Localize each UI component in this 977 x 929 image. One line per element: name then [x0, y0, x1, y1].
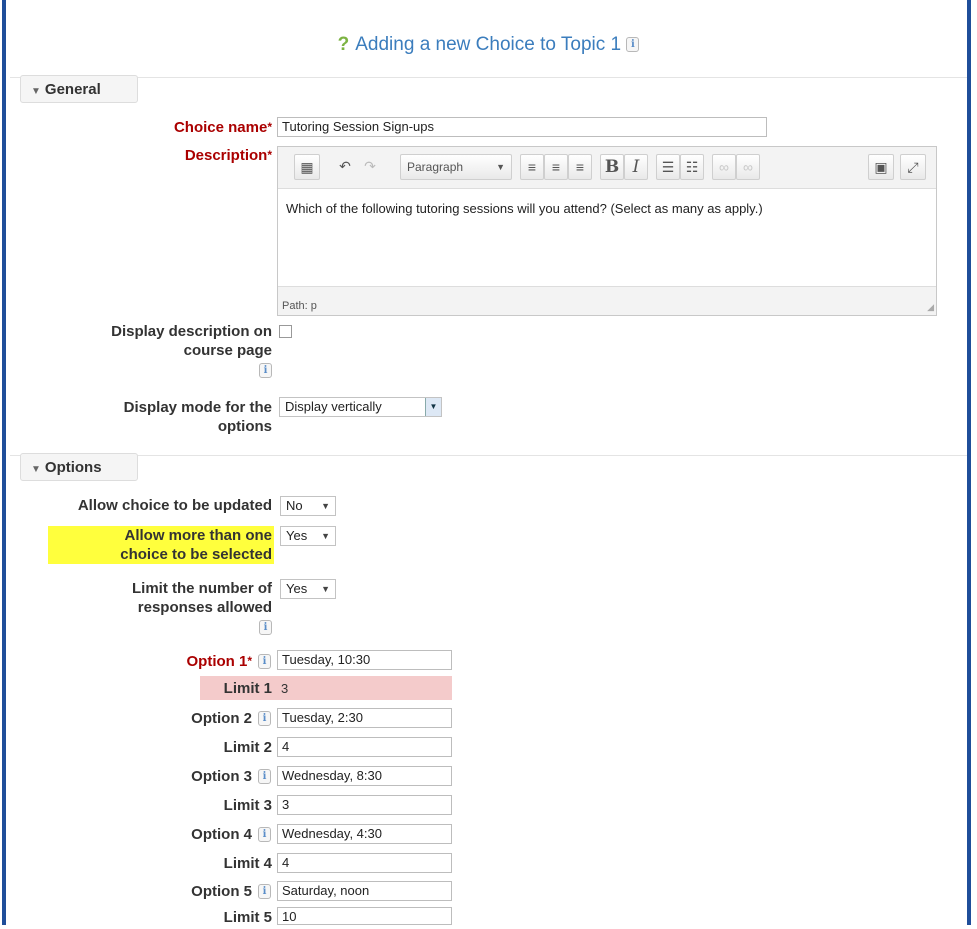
description-textarea[interactable]: Which of the following tutoring sessions… [278, 188, 936, 287]
option-5-input[interactable]: Saturday, noon [277, 881, 452, 901]
choice-name-input[interactable]: Tutoring Session Sign-ups [277, 117, 767, 137]
limit-1-input[interactable]: 3 [281, 679, 288, 698]
allow-multiple-value: Yes [286, 528, 308, 543]
display-mode-value: Display vertically [285, 399, 382, 414]
allow-update-value: No [286, 498, 303, 513]
limit-2-label: Limit 2 [223, 739, 272, 756]
page-title: ? Adding a new Choice to Topic 1 i [0, 34, 977, 56]
description-label: Description* [184, 147, 272, 164]
display-description-checkbox[interactable] [279, 325, 292, 338]
italic-icon[interactable]: I [624, 154, 648, 180]
redo-icon[interactable]: ↷ [359, 154, 381, 180]
general-legend: General [44, 81, 101, 98]
option-3-label: Option 3 [191, 768, 252, 785]
limit-5-input[interactable]: 10 [277, 907, 452, 925]
info-icon[interactable]: i [258, 769, 271, 784]
link-icon[interactable]: ∞ [712, 154, 736, 180]
info-icon[interactable]: i [259, 362, 272, 378]
align-center-icon[interactable]: ≡ [544, 154, 568, 180]
align-left-icon[interactable]: ≡ [520, 154, 544, 180]
option-2-label: Option 2 [191, 710, 252, 727]
allow-multiple-select[interactable]: Yes ▼ [280, 526, 336, 546]
option-4-label: Option 4 [191, 826, 252, 843]
info-icon[interactable]: i [258, 884, 271, 899]
limit-3-input[interactable]: 3 [277, 795, 452, 815]
display-mode-label: Display mode for the options [123, 399, 272, 435]
options-section-toggle[interactable]: ▼ Options [20, 453, 138, 481]
option-1-input[interactable]: Tuesday, 10:30 [277, 650, 452, 670]
resize-handle-icon[interactable]: ◢ [927, 302, 934, 313]
allow-update-select[interactable]: No ▼ [280, 496, 336, 516]
allow-update-label: Allow choice to be updated [77, 497, 272, 514]
options-legend: Options [44, 459, 102, 476]
divider [10, 455, 967, 456]
chevron-down-icon: ▼ [425, 398, 441, 416]
info-icon[interactable]: i [258, 654, 271, 669]
allow-multiple-label: Allow more than one choice to be selected [48, 526, 274, 564]
numbered-list-icon[interactable]: ☷ [680, 154, 704, 180]
option-5-label: Option 5 [191, 883, 252, 900]
option-3-input[interactable]: Wednesday, 8:30 [277, 766, 452, 786]
display-mode-select[interactable]: Display vertically ▼ [279, 397, 442, 417]
triangle-down-icon: ▼ [31, 464, 41, 475]
limit-4-input[interactable]: 4 [277, 853, 452, 873]
bullet-list-icon[interactable]: ☰ [656, 154, 680, 180]
divider [10, 77, 967, 78]
display-description-label: Display description on course page i [111, 323, 272, 378]
info-icon[interactable]: i [258, 711, 271, 726]
description-editor: ▦ ↶ ↷ Paragraph ▼ ≡ ≡ ≡ B I ☰ ☷ ∞ ∞ ▣ ⤢ W… [277, 146, 937, 316]
limit-answers-select[interactable]: Yes ▼ [280, 579, 336, 599]
limit-1-label: Limit 1 [223, 680, 272, 697]
limit-5-label: Limit 5 [223, 909, 272, 926]
source-code-icon[interactable]: ▦ [294, 154, 320, 180]
format-select[interactable]: Paragraph ▼ [400, 154, 512, 180]
editor-path: Path: p [282, 300, 317, 312]
option-2-input[interactable]: Tuesday, 2:30 [277, 708, 452, 728]
page-title-text: Adding a new Choice to Topic 1 [355, 34, 622, 55]
image-icon[interactable]: ▣ [868, 154, 894, 180]
info-icon[interactable]: i [626, 37, 640, 53]
option-4-input[interactable]: Wednesday, 4:30 [277, 824, 452, 844]
limit-answers-label: Limit the number of responses allowed i [132, 580, 272, 635]
undo-icon[interactable]: ↶ [334, 154, 356, 180]
help-question-icon[interactable]: ? [338, 34, 350, 55]
bold-icon[interactable]: B [600, 154, 624, 180]
triangle-down-icon: ▼ [31, 86, 41, 97]
chevron-down-icon: ▼ [321, 501, 330, 511]
limit-3-label: Limit 3 [223, 797, 272, 814]
chevron-down-icon: ▼ [321, 584, 330, 594]
page-frame [2, 0, 971, 925]
unlink-icon[interactable]: ∞ [736, 154, 760, 180]
info-icon[interactable]: i [258, 827, 271, 842]
fullscreen-icon[interactable]: ⤢ [900, 154, 926, 180]
limit-2-input[interactable]: 4 [277, 737, 452, 757]
option-1-label: Option 1* [186, 653, 253, 670]
limit-4-label: Limit 4 [223, 855, 272, 872]
chevron-down-icon: ▼ [321, 531, 330, 541]
info-icon[interactable]: i [259, 619, 272, 635]
chevron-down-icon: ▼ [496, 162, 505, 172]
choice-name-label: Choice name* [173, 119, 272, 136]
limit-answers-value: Yes [286, 581, 308, 596]
general-section-toggle[interactable]: ▼ General [20, 75, 138, 103]
align-right-icon[interactable]: ≡ [568, 154, 592, 180]
